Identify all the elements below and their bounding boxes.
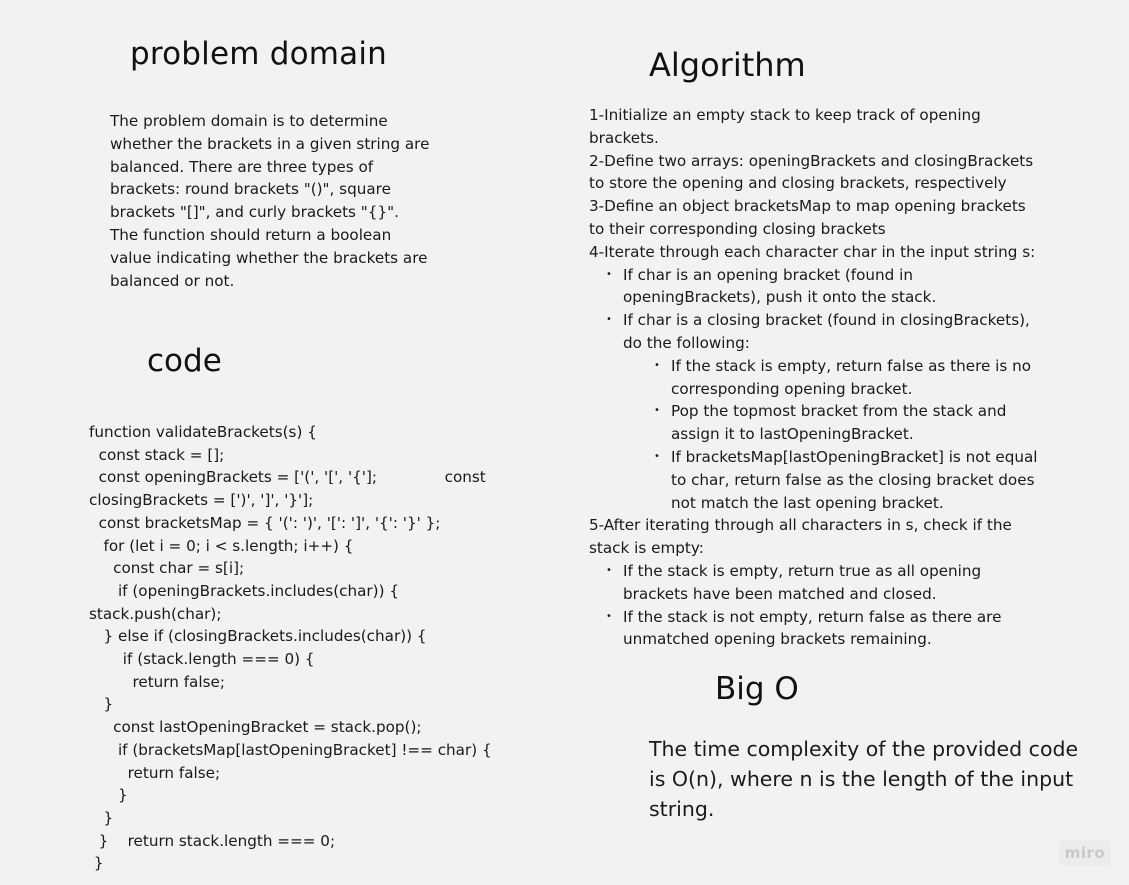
algorithm-bullet-text: Pop the topmost bracket from the stack a… [671,402,1007,444]
algorithm-step-3: 3-Define an object bracketsMap to map op… [589,197,1026,238]
code-block[interactable]: function validateBrackets(s) { const sta… [89,421,492,875]
code-line: stack.push(char); [89,604,222,623]
algorithm-step-1: 1-Initialize an empty stack to keep trac… [589,106,981,147]
code-line: closingBrackets = [')', ']', '}']; [89,491,314,510]
code-line: const bracketsMap = { '(': ')', '[': ']'… [89,513,441,532]
code-line: } else if (closingBrackets.includes(char… [89,627,427,646]
algorithm-step-4: 4-Iterate through each character char in… [589,242,1036,261]
bullet-icon: • [654,359,660,371]
code-line: const openingBrackets = ['(', '[', '{'];… [89,468,486,487]
big-o-heading[interactable]: Big O [715,671,799,707]
code-line: } [89,786,128,805]
algorithm-bullet-text: If char is an opening bracket (found in … [623,265,937,307]
algorithm-bullet: • If char is an opening bracket (found i… [589,264,1044,310]
code-heading[interactable]: code [147,343,222,379]
miro-logo: miro [1059,840,1111,866]
whiteboard-canvas[interactable]: problem domain The problem domain is to … [0,0,1129,885]
code-line: if (stack.length === 0) { [89,650,315,669]
bullet-icon: • [606,314,612,326]
problem-domain-heading[interactable]: problem domain [130,36,387,72]
code-line: for (let i = 0; i < s.length; i++) { [89,536,354,555]
algorithm-nested-bullet: • Pop the topmost bracket from the stack… [589,400,1044,446]
big-o-text[interactable]: The time complexity of the provided code… [649,734,1094,824]
code-line: } [89,854,104,873]
algorithm-bullet: • If char is a closing bracket (found in… [589,309,1044,355]
code-line: } return stack.length === 0; [89,831,336,850]
algorithm-bullet-text: If the stack is empty, return false as t… [671,356,1032,398]
code-line: const char = s[i]; [89,559,245,578]
algorithm-bullet: • If the stack is not empty, return fals… [589,606,1044,652]
code-line: function validateBrackets(s) { [89,423,317,441]
code-line: if (openingBrackets.includes(char)) { [89,581,400,600]
algorithm-bullet-text: If bracketsMap[lastOpeningBracket] is no… [671,447,1038,512]
bullet-icon: • [654,405,660,417]
code-line: } [89,808,114,827]
code-line: return false; [89,763,221,782]
algorithm-bullet-text: If the stack is not empty, return false … [623,607,1002,649]
algorithm-nested-bullet: • If bracketsMap[lastOpeningBracket] is … [589,446,1044,514]
algorithm-bullet-text: If char is a closing bracket (found in c… [623,311,1030,352]
algorithm-bullet-text: If the stack is empty, return true as al… [623,561,982,603]
bullet-icon: • [606,610,612,622]
bullet-icon: • [606,268,612,280]
algorithm-step-5: 5-After iterating through all characters… [589,516,1012,558]
algorithm-step-2: 2-Define two arrays: openingBrackets and… [589,151,1034,193]
code-line: if (bracketsMap[lastOpeningBracket] !== … [89,740,492,759]
algorithm-nested-bullet: • If the stack is empty, return false as… [589,355,1044,401]
code-line: const lastOpeningBracket = stack.pop(); [89,718,422,737]
algorithm-bullet: • If the stack is empty, return true as … [589,560,1044,606]
algorithm-heading[interactable]: Algorithm [649,46,806,84]
code-line: } [89,695,114,714]
problem-domain-text[interactable]: The problem domain is to determine wheth… [110,110,430,292]
code-line: const stack = []; [89,445,225,464]
algorithm-text[interactable]: 1-Initialize an empty stack to keep trac… [589,104,1044,651]
code-line: return false; [89,672,225,691]
bullet-icon: • [606,564,612,576]
bullet-icon: • [654,450,660,462]
